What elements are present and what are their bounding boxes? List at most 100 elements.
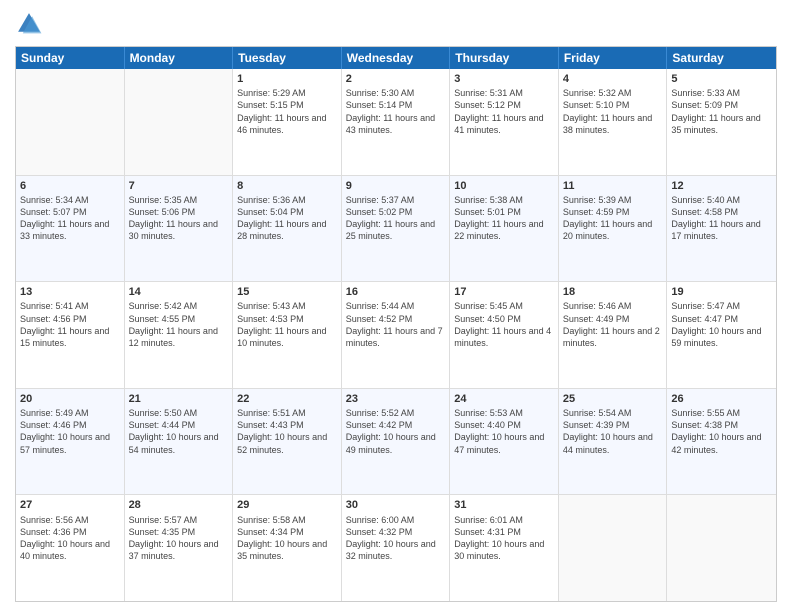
page: SundayMondayTuesdayWednesdayThursdayFrid… (0, 0, 792, 612)
calendar-day-16: 16Sunrise: 5:44 AM Sunset: 4:52 PM Dayli… (342, 282, 451, 388)
calendar-body: 1Sunrise: 5:29 AM Sunset: 5:15 PM Daylig… (16, 69, 776, 601)
day-number: 22 (237, 392, 337, 406)
logo (15, 10, 47, 38)
day-info: Sunrise: 5:40 AM Sunset: 4:58 PM Dayligh… (671, 194, 772, 243)
calendar-day-11: 11Sunrise: 5:39 AM Sunset: 4:59 PM Dayli… (559, 176, 668, 282)
day-number: 21 (129, 392, 229, 406)
calendar-day-21: 21Sunrise: 5:50 AM Sunset: 4:44 PM Dayli… (125, 389, 234, 495)
day-number: 6 (20, 179, 120, 193)
weekday-header-tuesday: Tuesday (233, 47, 342, 69)
calendar-day-30: 30Sunrise: 6:00 AM Sunset: 4:32 PM Dayli… (342, 495, 451, 601)
day-number: 26 (671, 392, 772, 406)
day-number: 28 (129, 498, 229, 512)
day-info: Sunrise: 5:50 AM Sunset: 4:44 PM Dayligh… (129, 407, 229, 456)
day-info: Sunrise: 5:54 AM Sunset: 4:39 PM Dayligh… (563, 407, 663, 456)
calendar-day-20: 20Sunrise: 5:49 AM Sunset: 4:46 PM Dayli… (16, 389, 125, 495)
day-info: Sunrise: 5:32 AM Sunset: 5:10 PM Dayligh… (563, 87, 663, 136)
day-number: 23 (346, 392, 446, 406)
calendar-row-2: 6Sunrise: 5:34 AM Sunset: 5:07 PM Daylig… (16, 175, 776, 282)
day-info: Sunrise: 6:00 AM Sunset: 4:32 PM Dayligh… (346, 514, 446, 563)
day-number: 24 (454, 392, 554, 406)
calendar-day-26: 26Sunrise: 5:55 AM Sunset: 4:38 PM Dayli… (667, 389, 776, 495)
weekday-header-saturday: Saturday (667, 47, 776, 69)
day-number: 31 (454, 498, 554, 512)
day-info: Sunrise: 5:52 AM Sunset: 4:42 PM Dayligh… (346, 407, 446, 456)
day-number: 15 (237, 285, 337, 299)
header (15, 10, 777, 38)
calendar-row-5: 27Sunrise: 5:56 AM Sunset: 4:36 PM Dayli… (16, 494, 776, 601)
day-number: 19 (671, 285, 772, 299)
calendar-row-4: 20Sunrise: 5:49 AM Sunset: 4:46 PM Dayli… (16, 388, 776, 495)
day-info: Sunrise: 5:31 AM Sunset: 5:12 PM Dayligh… (454, 87, 554, 136)
calendar-day-4: 4Sunrise: 5:32 AM Sunset: 5:10 PM Daylig… (559, 69, 668, 175)
calendar-day-28: 28 Sunrise: 5:57 AM Sunset: 4:35 PM Dayli… (125, 495, 234, 601)
calendar-day-10: 10Sunrise: 5:38 AM Sunset: 5:01 PM Dayli… (450, 176, 559, 282)
day-info: Sunrise: 5:43 AM Sunset: 4:53 PM Dayligh… (237, 300, 337, 349)
calendar-day-13: 13Sunrise: 5:41 AM Sunset: 4:56 PM Dayli… (16, 282, 125, 388)
day-number: 27 (20, 498, 120, 512)
day-info: Sunrise: 5:38 AM Sunset: 5:01 PM Dayligh… (454, 194, 554, 243)
calendar-day-1: 1Sunrise: 5:29 AM Sunset: 5:15 PM Daylig… (233, 69, 342, 175)
day-info: Sunrise: 5:36 AM Sunset: 5:04 PM Dayligh… (237, 194, 337, 243)
day-number: 7 (129, 179, 229, 193)
day-number: 5 (671, 72, 772, 86)
calendar-day-27: 27Sunrise: 5:56 AM Sunset: 4:36 PM Dayli… (16, 495, 125, 601)
day-info: Sunrise: 5:29 AM Sunset: 5:15 PM Dayligh… (237, 87, 337, 136)
day-info: Sunrise: 5:51 AM Sunset: 4:43 PM Dayligh… (237, 407, 337, 456)
day-number: 1 (237, 72, 337, 86)
day-info: Sunrise: 5:45 AM Sunset: 4:50 PM Dayligh… (454, 300, 554, 349)
calendar-day-19: 19Sunrise: 5:47 AM Sunset: 4:47 PM Dayli… (667, 282, 776, 388)
weekday-header-friday: Friday (559, 47, 668, 69)
calendar-day-25: 25Sunrise: 5:54 AM Sunset: 4:39 PM Dayli… (559, 389, 668, 495)
day-number: 14 (129, 285, 229, 299)
calendar-day-6: 6Sunrise: 5:34 AM Sunset: 5:07 PM Daylig… (16, 176, 125, 282)
day-number: 10 (454, 179, 554, 193)
day-number: 11 (563, 179, 663, 193)
day-info: Sunrise: 5:57 AM Sunset: 4:35 PM Dayligh… (129, 514, 229, 563)
calendar: SundayMondayTuesdayWednesdayThursdayFrid… (15, 46, 777, 602)
day-info: Sunrise: 5:46 AM Sunset: 4:49 PM Dayligh… (563, 300, 663, 349)
day-info: Sunrise: 5:39 AM Sunset: 4:59 PM Dayligh… (563, 194, 663, 243)
weekday-header-monday: Monday (125, 47, 234, 69)
day-number: 13 (20, 285, 120, 299)
day-number: 12 (671, 179, 772, 193)
calendar-day-7: 7Sunrise: 5:35 AM Sunset: 5:06 PM Daylig… (125, 176, 234, 282)
day-info: Sunrise: 5:35 AM Sunset: 5:06 PM Dayligh… (129, 194, 229, 243)
day-info: Sunrise: 5:33 AM Sunset: 5:09 PM Dayligh… (671, 87, 772, 136)
day-info: Sunrise: 5:30 AM Sunset: 5:14 PM Dayligh… (346, 87, 446, 136)
day-info: Sunrise: 6:01 AM Sunset: 4:31 PM Dayligh… (454, 514, 554, 563)
logo-icon (15, 10, 43, 38)
calendar-day-15: 15Sunrise: 5:43 AM Sunset: 4:53 PM Dayli… (233, 282, 342, 388)
day-number: 29 (237, 498, 337, 512)
day-info: Sunrise: 5:47 AM Sunset: 4:47 PM Dayligh… (671, 300, 772, 349)
calendar-day-22: 22Sunrise: 5:51 AM Sunset: 4:43 PM Dayli… (233, 389, 342, 495)
calendar-day-9: 9Sunrise: 5:37 AM Sunset: 5:02 PM Daylig… (342, 176, 451, 282)
calendar-header: SundayMondayTuesdayWednesdayThursdayFrid… (16, 47, 776, 69)
calendar-day-8: 8Sunrise: 5:36 AM Sunset: 5:04 PM Daylig… (233, 176, 342, 282)
day-number: 8 (237, 179, 337, 193)
calendar-day-23: 23Sunrise: 5:52 AM Sunset: 4:42 PM Dayli… (342, 389, 451, 495)
calendar-empty-cell (667, 495, 776, 601)
day-number: 3 (454, 72, 554, 86)
day-info: Sunrise: 5:55 AM Sunset: 4:38 PM Dayligh… (671, 407, 772, 456)
day-info: Sunrise: 5:53 AM Sunset: 4:40 PM Dayligh… (454, 407, 554, 456)
day-number: 20 (20, 392, 120, 406)
calendar-empty-cell (559, 495, 668, 601)
calendar-day-24: 24Sunrise: 5:53 AM Sunset: 4:40 PM Dayli… (450, 389, 559, 495)
weekday-header-wednesday: Wednesday (342, 47, 451, 69)
day-info: Sunrise: 5:34 AM Sunset: 5:07 PM Dayligh… (20, 194, 120, 243)
day-info: Sunrise: 5:42 AM Sunset: 4:55 PM Dayligh… (129, 300, 229, 349)
day-info: Sunrise: 5:49 AM Sunset: 4:46 PM Dayligh… (20, 407, 120, 456)
day-number: 2 (346, 72, 446, 86)
day-number: 4 (563, 72, 663, 86)
calendar-day-17: 17Sunrise: 5:45 AM Sunset: 4:50 PM Dayli… (450, 282, 559, 388)
calendar-day-18: 18Sunrise: 5:46 AM Sunset: 4:49 PM Dayli… (559, 282, 668, 388)
calendar-empty-cell (16, 69, 125, 175)
calendar-day-29: 29Sunrise: 5:58 AM Sunset: 4:34 PM Dayli… (233, 495, 342, 601)
day-info: Sunrise: 5:37 AM Sunset: 5:02 PM Dayligh… (346, 194, 446, 243)
calendar-day-5: 5Sunrise: 5:33 AM Sunset: 5:09 PM Daylig… (667, 69, 776, 175)
calendar-day-2: 2Sunrise: 5:30 AM Sunset: 5:14 PM Daylig… (342, 69, 451, 175)
calendar-row-3: 13Sunrise: 5:41 AM Sunset: 4:56 PM Dayli… (16, 281, 776, 388)
calendar-empty-cell (125, 69, 234, 175)
day-info: Sunrise: 5:44 AM Sunset: 4:52 PM Dayligh… (346, 300, 446, 349)
